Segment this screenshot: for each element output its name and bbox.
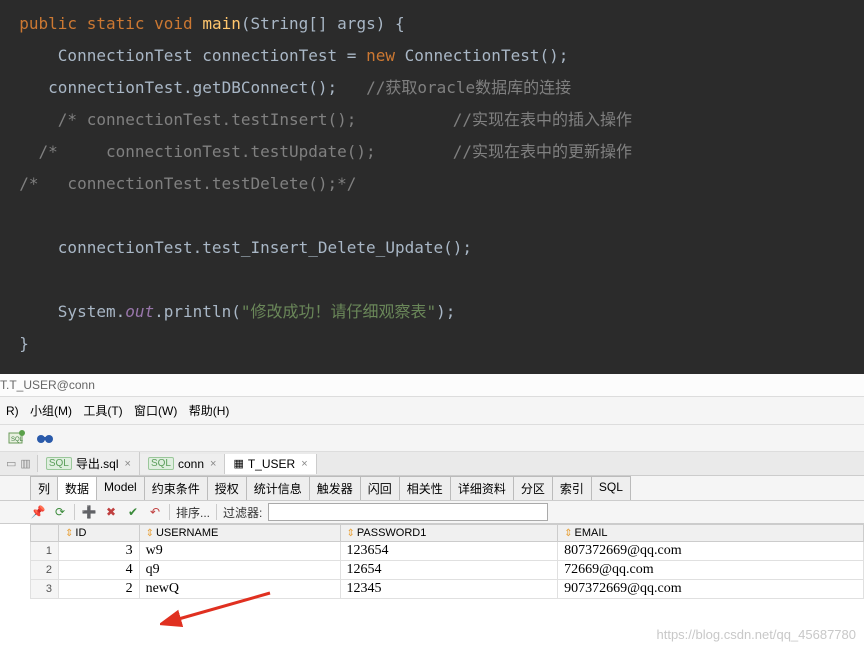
- tab-tuser[interactable]: ▦ T_USER ×: [225, 454, 316, 474]
- table-row[interactable]: 1 3 w9 123654 807372669@qq.com: [31, 542, 864, 561]
- method-name: main: [202, 14, 241, 33]
- toolbar: SQL: [0, 425, 864, 452]
- call-getdbconnect: connectionTest.getDBConnect();: [48, 78, 337, 97]
- editor-tabs: ▭ ▥ SQL 导出.sql × SQL conn × ▦ T_USER ×: [0, 452, 864, 476]
- delete-row-icon[interactable]: ✖: [103, 504, 119, 520]
- string-literal: "修改成功！请仔细观察表": [241, 302, 436, 321]
- tab-label-conn: conn: [178, 457, 204, 471]
- collapse-icon[interactable]: ▭: [6, 457, 16, 470]
- cell-password[interactable]: 12654: [340, 561, 558, 580]
- tab-label-tuser: T_USER: [248, 457, 295, 471]
- sql-file-icon: SQL: [46, 457, 72, 470]
- table-sub-tabs: 列 数据 Model 约束条件 授权 统计信息 触发器 闪回 相关性 详细资料 …: [0, 476, 864, 501]
- sort-button[interactable]: 排序...: [176, 504, 210, 521]
- subtab-model[interactable]: Model: [96, 476, 145, 500]
- menu-help[interactable]: 帮助(H): [189, 404, 230, 418]
- cell-username[interactable]: w9: [139, 542, 340, 561]
- menu-run[interactable]: R): [6, 404, 19, 418]
- rownum-cell: 1: [31, 542, 59, 561]
- cell-email[interactable]: 807372669@qq.com: [558, 542, 864, 561]
- cell-id[interactable]: 4: [59, 561, 140, 580]
- subtab-sql[interactable]: SQL: [591, 476, 631, 500]
- commit-icon[interactable]: ✔: [125, 504, 141, 520]
- table-row[interactable]: 3 2 newQ 12345 907372669@qq.com: [31, 580, 864, 599]
- tab-label-export: 导出.sql: [76, 455, 119, 472]
- refresh-icon[interactable]: ⟳: [52, 504, 68, 520]
- tab-export-sql[interactable]: SQL 导出.sql ×: [38, 452, 140, 475]
- binoculars-icon[interactable]: [36, 429, 54, 447]
- cell-username[interactable]: q9: [139, 561, 340, 580]
- cell-id[interactable]: 2: [59, 580, 140, 599]
- menu-window[interactable]: 窗口(W): [134, 404, 177, 418]
- close-brace: }: [19, 334, 29, 353]
- data-grid[interactable]: ⇕ID ⇕USERNAME ⇕PASSWORD1 ⇕EMAIL 1 3 w9 1…: [30, 524, 864, 599]
- comment-getdb: //获取oracle数据库的连接: [366, 78, 571, 97]
- sql-worksheet-icon[interactable]: SQL: [8, 429, 26, 447]
- keyword-new: new: [366, 46, 395, 65]
- keyword-static: static: [87, 14, 145, 33]
- cell-username[interactable]: newQ: [139, 580, 340, 599]
- tab-menu-icon[interactable]: ▥: [20, 457, 30, 470]
- cell-email[interactable]: 72669@qq.com: [558, 561, 864, 580]
- subtab-stats[interactable]: 统计信息: [246, 476, 310, 500]
- close-icon[interactable]: ×: [210, 458, 216, 470]
- comment-delete: /* connectionTest.testDelete();*/: [19, 174, 356, 193]
- cell-email[interactable]: 907372669@qq.com: [558, 580, 864, 599]
- grid-toolbar: 📌 ⟳ ➕ ✖ ✔ ↶ 排序... 过滤器:: [0, 501, 864, 524]
- col-email[interactable]: ⇕EMAIL: [558, 525, 864, 542]
- subtab-partitions[interactable]: 分区: [513, 476, 553, 500]
- menu-bar: R) 小组(M) 工具(T) 窗口(W) 帮助(H): [0, 397, 864, 425]
- sql-conn-icon: SQL: [148, 457, 174, 470]
- insert-row-icon[interactable]: ➕: [81, 504, 97, 520]
- rollback-icon[interactable]: ↶: [147, 504, 163, 520]
- menu-group[interactable]: 小组(M): [30, 404, 72, 418]
- subtab-triggers[interactable]: 触发器: [309, 476, 361, 500]
- close-icon[interactable]: ×: [301, 458, 307, 470]
- sort-icon: ⇕: [347, 528, 355, 539]
- keyword-void: void: [154, 14, 193, 33]
- type-connectiontest: ConnectionTest: [58, 46, 193, 65]
- cell-id[interactable]: 3: [59, 542, 140, 561]
- db-window-title: T.T_USER@conn: [0, 374, 864, 397]
- cell-password[interactable]: 12345: [340, 580, 558, 599]
- watermark: https://blog.csdn.net/qq_45687780: [657, 627, 857, 642]
- subtab-grants[interactable]: 授权: [207, 476, 247, 500]
- comment-update: /* connectionTest.testUpdate(); //实现在表中的…: [39, 142, 632, 161]
- sort-icon: ⇕: [146, 528, 154, 539]
- field-out: out: [125, 302, 154, 321]
- keyword-public: public: [19, 14, 77, 33]
- pin-icon[interactable]: 📌: [30, 504, 46, 520]
- subtab-data[interactable]: 数据: [57, 476, 97, 500]
- sort-icon: ⇕: [564, 528, 572, 539]
- rownum-cell: 2: [31, 561, 59, 580]
- rownum-cell: 3: [31, 580, 59, 599]
- filter-label: 过滤器:: [223, 504, 262, 521]
- col-password[interactable]: ⇕PASSWORD1: [340, 525, 558, 542]
- table-icon: ▦: [233, 457, 243, 470]
- sort-icon: ⇕: [65, 528, 73, 539]
- subtab-indexes[interactable]: 索引: [552, 476, 592, 500]
- filter-input[interactable]: [268, 503, 548, 521]
- subtab-details[interactable]: 详细资料: [450, 476, 514, 500]
- subtab-columns[interactable]: 列: [30, 476, 58, 500]
- svg-text:SQL: SQL: [11, 437, 24, 443]
- col-username[interactable]: ⇕USERNAME: [139, 525, 340, 542]
- col-id[interactable]: ⇕ID: [59, 525, 140, 542]
- close-icon[interactable]: ×: [125, 458, 131, 470]
- var-connectiontest: connectionTest: [202, 46, 337, 65]
- menu-tools[interactable]: 工具(T): [83, 404, 122, 418]
- subtab-deps[interactable]: 相关性: [399, 476, 451, 500]
- subtab-flashback[interactable]: 闪回: [360, 476, 400, 500]
- call-test-idu: connectionTest.test_Insert_Delete_Update…: [58, 238, 472, 257]
- table-row[interactable]: 2 4 q9 12654 72669@qq.com: [31, 561, 864, 580]
- cell-password[interactable]: 123654: [340, 542, 558, 561]
- subtab-constraints[interactable]: 约束条件: [144, 476, 208, 500]
- method-params: (String[] args) {: [241, 14, 405, 33]
- rownum-header: [31, 525, 59, 542]
- code-editor: public static void main(String[] args) {…: [0, 0, 864, 374]
- header-row: ⇕ID ⇕USERNAME ⇕PASSWORD1 ⇕EMAIL: [31, 525, 864, 542]
- comment-insert: /* connectionTest.testInsert(); //实现在表中的…: [58, 110, 632, 129]
- tab-conn[interactable]: SQL conn ×: [140, 454, 225, 474]
